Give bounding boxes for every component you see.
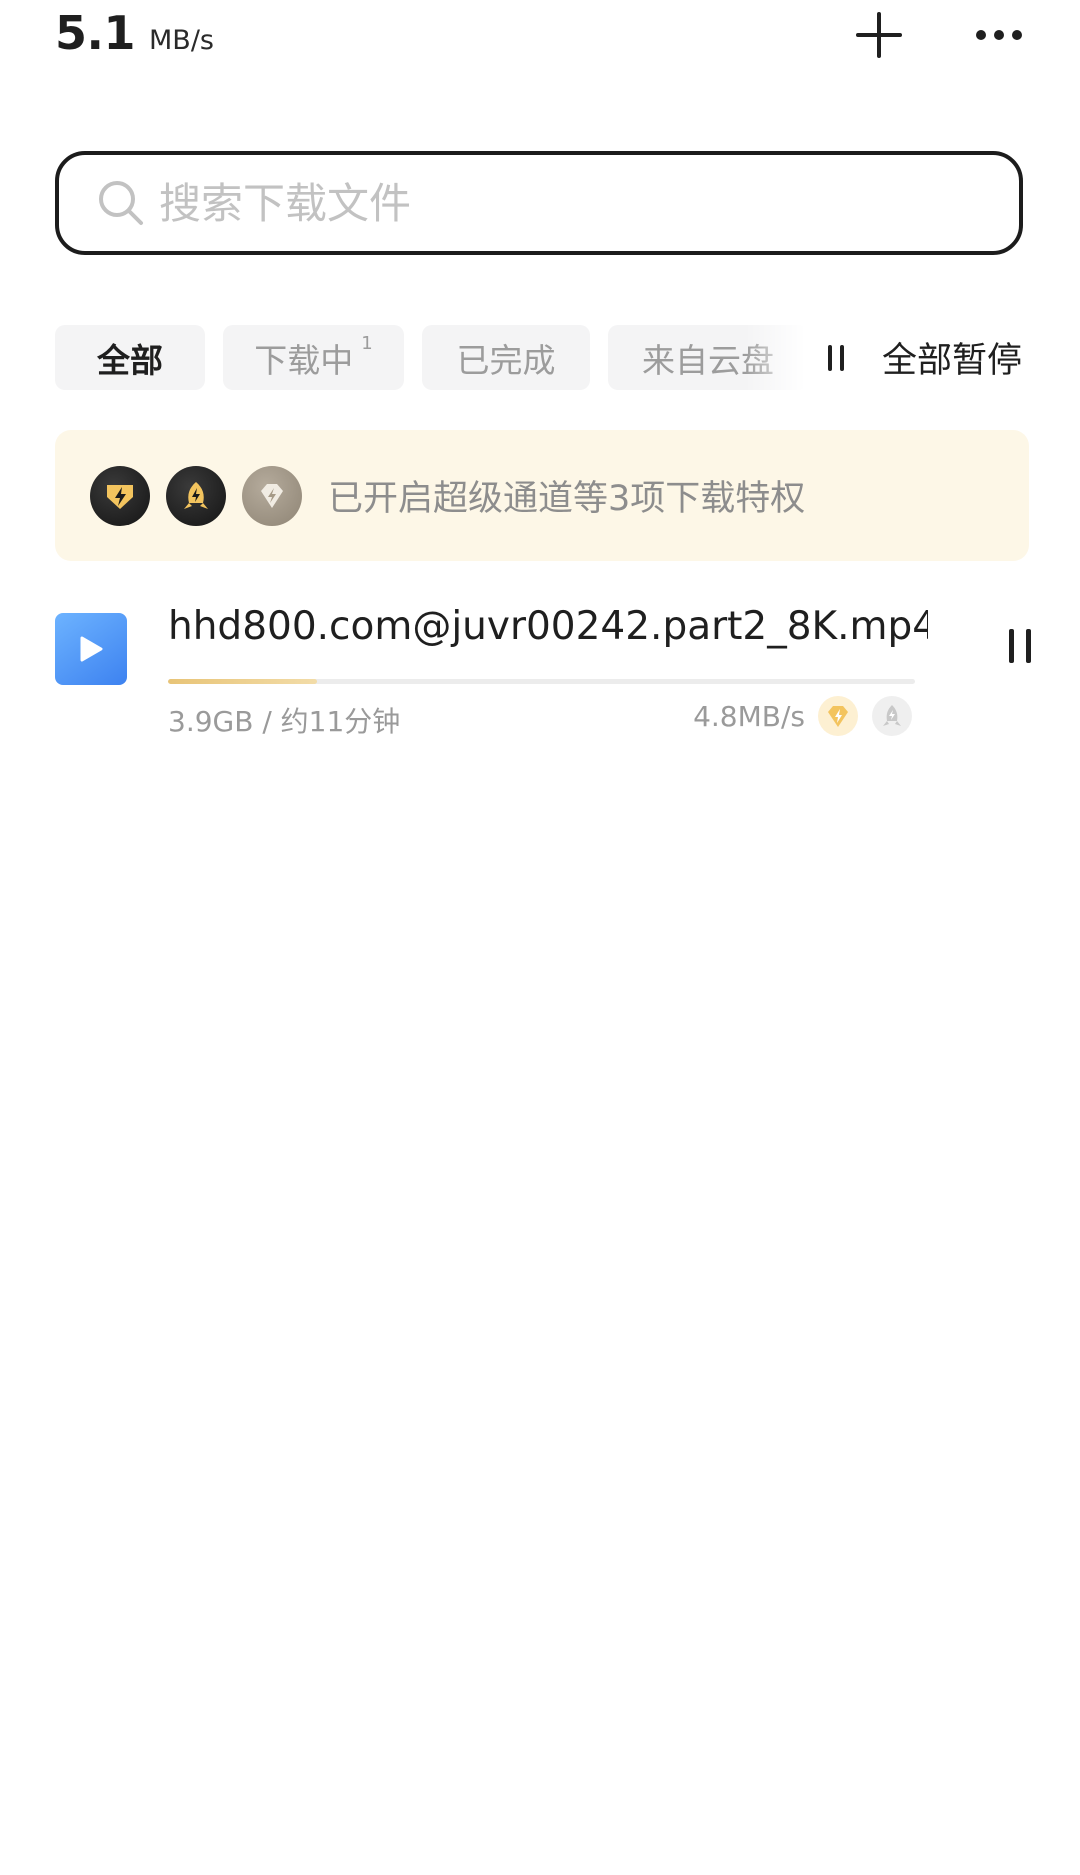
file-size-eta: 3.9GB / 约11分钟 [168,705,401,738]
file-download-speed: 4.8MB/s [693,700,805,733]
more-options-button[interactable] [954,0,1044,70]
privilege-text: 已开启超级通道等3项下载特权 [328,479,806,519]
download-privilege-banner[interactable]: 已开启超级通道等3项下载特权 [55,430,1029,561]
premium-diamond-icon [242,465,302,526]
tab-label: 全部 [97,340,163,380]
pause-icon [828,344,852,371]
more-horizontal-icon [976,30,1022,40]
search-icon [99,181,143,225]
tab-label: 已完成 [456,340,556,380]
file-name: hhd800.com@juvr00242.part2_8K.mp4 [168,604,928,649]
search-bar[interactable] [55,151,1023,255]
pause-all-button[interactable]: 全部暂停 [828,325,1022,390]
accelerate-icon [166,465,226,526]
total-speed-indicator: 5.1 MB/s [55,6,214,66]
search-input[interactable] [159,178,939,228]
download-progress-bar [168,679,915,684]
add-download-button[interactable] [834,0,924,70]
tab-completed[interactable]: 已完成 [422,325,590,390]
tab-downloading[interactable]: 下载中 1 [223,325,404,390]
speed-unit: MB/s [149,25,214,56]
tab-all[interactable]: 全部 [55,325,205,390]
super-channel-active-icon [818,696,858,736]
pause-download-button[interactable] [990,616,1050,676]
plus-icon [856,12,902,58]
tab-label: 下载中 [254,340,354,380]
downloading-count-badge: 1 [361,333,373,354]
download-progress-fill [168,679,318,684]
super-channel-icon [90,465,150,526]
pause-icon [1003,629,1037,663]
tab-from-cloud[interactable]: 来自云盘 [608,325,808,390]
pause-all-label: 全部暂停 [882,341,1023,381]
accelerate-inactive-icon [872,696,912,736]
video-file-icon[interactable] [55,613,127,685]
play-icon [80,636,103,662]
tab-label: 来自云盘 [642,340,774,380]
download-item[interactable]: hhd800.com@juvr00242.part2_8K.mp4 3.9GB … [0,596,1080,756]
filter-tabs: 全部 下载中 1 已完成 来自云盘 [55,325,815,390]
speed-value: 5.1 [55,6,136,60]
